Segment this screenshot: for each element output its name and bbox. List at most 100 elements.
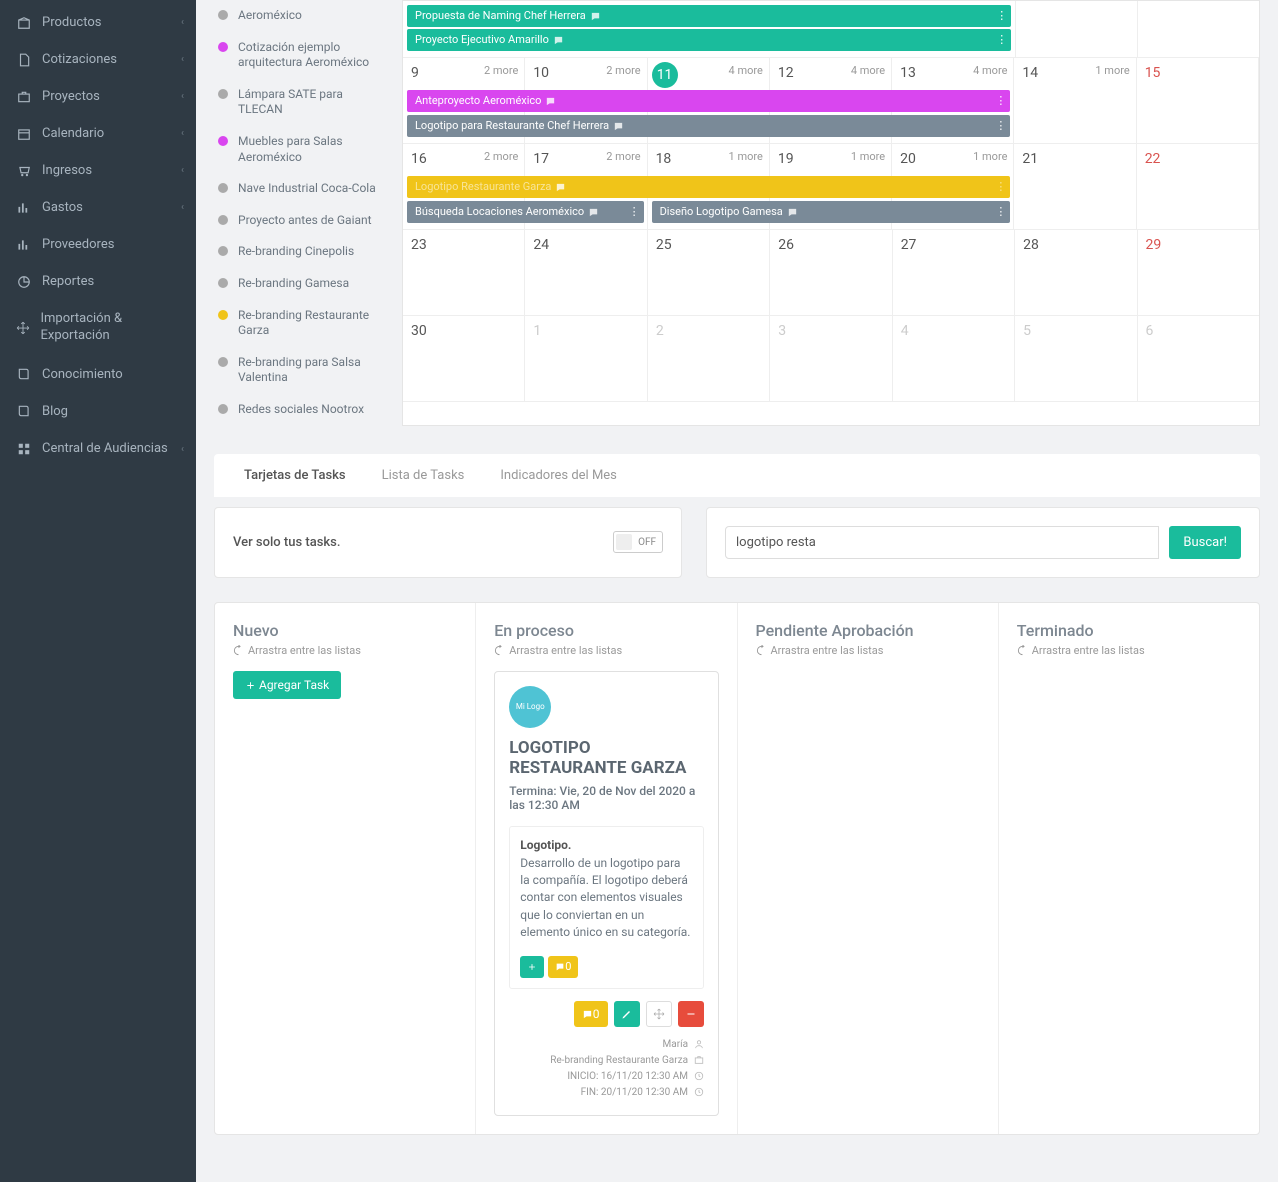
chat-icon [553, 33, 564, 46]
calendar-event[interactable]: Anteproyecto Aeroméxico⋮ [407, 90, 1010, 112]
more-indicator[interactable]: 1 more [1095, 64, 1129, 77]
add-attachment-chip[interactable] [520, 956, 544, 978]
task-card[interactable]: Mi LogoLOGOTIPO RESTAURANTE GARZATermina… [494, 671, 718, 1116]
grip-icon: ⋮ [995, 90, 1006, 112]
project-name: Re-branding Gamesa [238, 276, 349, 292]
nav-conocimiento[interactable]: Conocimiento [0, 356, 196, 393]
more-indicator[interactable]: 2 more [484, 150, 518, 163]
calendar-day[interactable]: 25 [648, 230, 770, 315]
tab-lista-de-tasks[interactable]: Lista de Tasks [364, 454, 483, 497]
card-logo: Mi Logo [509, 686, 551, 728]
calendar-day[interactable]: 22 [1137, 144, 1259, 229]
calendar-event[interactable]: Diseño Logotipo Gamesa⋮ [652, 201, 1011, 223]
day-number: 10 [529, 63, 553, 83]
calendar: Propuesta de Naming Chef Herrera⋮Proyect… [402, 0, 1260, 426]
nav-blog[interactable]: Blog [0, 393, 196, 430]
calendar-event[interactable]: Proyecto Ejecutivo Amarillo⋮ [407, 29, 1011, 51]
search-button[interactable]: Buscar! [1169, 526, 1241, 559]
calendar-day[interactable]: 1 [525, 316, 647, 401]
calendar-event[interactable]: Logotipo Restaurante Garza⋮ [407, 176, 1010, 198]
status-dot [218, 89, 228, 99]
project-item[interactable]: Lámpara SATE para TLECAN [214, 79, 382, 126]
day-number: 28 [1019, 235, 1043, 255]
nav-label: Proveedores [42, 237, 114, 252]
calendar-day[interactable]: 6 [1138, 316, 1259, 401]
project-item[interactable]: Aeroméxico [214, 0, 382, 32]
more-indicator[interactable]: 4 more [851, 64, 885, 77]
day-number: 27 [897, 235, 921, 255]
calendar-day[interactable]: 30 [403, 316, 525, 401]
plus-icon [245, 678, 256, 692]
tab-indicadores-del-mes[interactable]: Indicadores del Mes [482, 454, 635, 497]
project-item[interactable]: Redes sociales Nootrox [214, 394, 382, 426]
calendar-day[interactable]: 141 more [1014, 58, 1136, 143]
nav-label: Reportes [42, 274, 94, 289]
project-item[interactable]: Muebles para Salas Aeroméxico [214, 126, 382, 173]
calendar-event[interactable]: Búsqueda Locaciones Aeroméxico⋮ [407, 201, 644, 223]
kanban-column: TerminadoArrastra entre las listas [999, 603, 1259, 1134]
project-item[interactable]: Re-branding Cinepolis [214, 236, 382, 268]
chat-icon [787, 205, 798, 218]
pie-icon [16, 275, 32, 289]
more-indicator[interactable]: 2 more [606, 64, 640, 77]
nav-proyectos[interactable]: Proyectos‹ [0, 78, 196, 115]
nav-ingresos[interactable]: Ingresos‹ [0, 152, 196, 189]
refresh-icon [494, 644, 505, 657]
nav-central-de-audiencias[interactable]: Central de Audiencias‹ [0, 430, 196, 469]
more-indicator[interactable]: 1 more [973, 150, 1007, 163]
calendar-day[interactable]: 24 [525, 230, 647, 315]
grip-icon: ⋮ [995, 176, 1006, 198]
more-indicator[interactable]: 4 more [973, 64, 1007, 77]
nav-reportes[interactable]: Reportes [0, 263, 196, 300]
day-number: 26 [774, 235, 798, 255]
move-button[interactable] [646, 1001, 672, 1027]
project-item[interactable]: Proyecto antes de Gaiant [214, 205, 382, 237]
column-title: Nuevo [233, 621, 457, 640]
nav-importaci-n-exportaci-n[interactable]: Importación & Exportación [0, 300, 196, 356]
comments-chip[interactable]: 0 [548, 956, 578, 978]
calendar-day[interactable]: 21 [1014, 144, 1136, 229]
calendar-day[interactable]: 23 [403, 230, 525, 315]
calendar-event[interactable]: Propuesta de Naming Chef Herrera⋮ [407, 5, 1011, 27]
project-item[interactable]: Re-branding para Salsa Valentina [214, 347, 382, 394]
more-indicator[interactable]: 2 more [606, 150, 640, 163]
chart-icon [16, 238, 32, 252]
project-item[interactable]: Re-branding Gamesa [214, 268, 382, 300]
own-tasks-toggle[interactable]: OFF [613, 531, 663, 553]
nav-label: Conocimiento [42, 367, 123, 382]
nav-cotizaciones[interactable]: Cotizaciones‹ [0, 41, 196, 78]
nav-productos[interactable]: Productos‹ [0, 4, 196, 41]
add-task-button[interactable]: Agregar Task [233, 671, 341, 699]
calendar-event[interactable]: Logotipo para Restaurante Chef Herrera⋮ [407, 115, 1010, 137]
chevron-left-icon: ‹ [181, 165, 184, 176]
calendar-day[interactable]: 4 [893, 316, 1015, 401]
delete-button[interactable] [678, 1001, 704, 1027]
calendar-day[interactable]: 27 [893, 230, 1015, 315]
calendar-day[interactable]: 3 [770, 316, 892, 401]
calendar-day[interactable]: 28 [1015, 230, 1137, 315]
more-indicator[interactable]: 2 more [484, 64, 518, 77]
day-number: 5 [1019, 321, 1035, 341]
calendar-day[interactable]: 5 [1015, 316, 1137, 401]
chat-icon [545, 94, 556, 107]
more-indicator[interactable]: 4 more [729, 64, 763, 77]
move-icon [16, 321, 31, 335]
project-item[interactable]: Cotización ejemplo arquitectura Aeroméxi… [214, 32, 382, 79]
calendar-day[interactable]: 29 [1138, 230, 1259, 315]
search-input[interactable] [725, 526, 1159, 559]
comments-button[interactable]: 0 [574, 1001, 608, 1027]
calendar-day[interactable]: 26 [770, 230, 892, 315]
nav-proveedores[interactable]: Proveedores [0, 226, 196, 263]
chat-icon [590, 9, 601, 22]
project-item[interactable]: Re-branding Restaurante Garza [214, 300, 382, 347]
calendar-day[interactable]: 15 [1137, 58, 1259, 143]
more-indicator[interactable]: 1 more [851, 150, 885, 163]
calendar-day[interactable]: 2 [648, 316, 770, 401]
project-item[interactable]: Nave Industrial Coca-Cola [214, 173, 382, 205]
more-indicator[interactable]: 1 more [729, 150, 763, 163]
day-number: 6 [1142, 321, 1158, 341]
nav-calendario[interactable]: Calendario‹ [0, 115, 196, 152]
edit-button[interactable] [614, 1001, 640, 1027]
nav-gastos[interactable]: Gastos‹ [0, 189, 196, 226]
tab-tarjetas-de-tasks[interactable]: Tarjetas de Tasks [226, 454, 364, 497]
